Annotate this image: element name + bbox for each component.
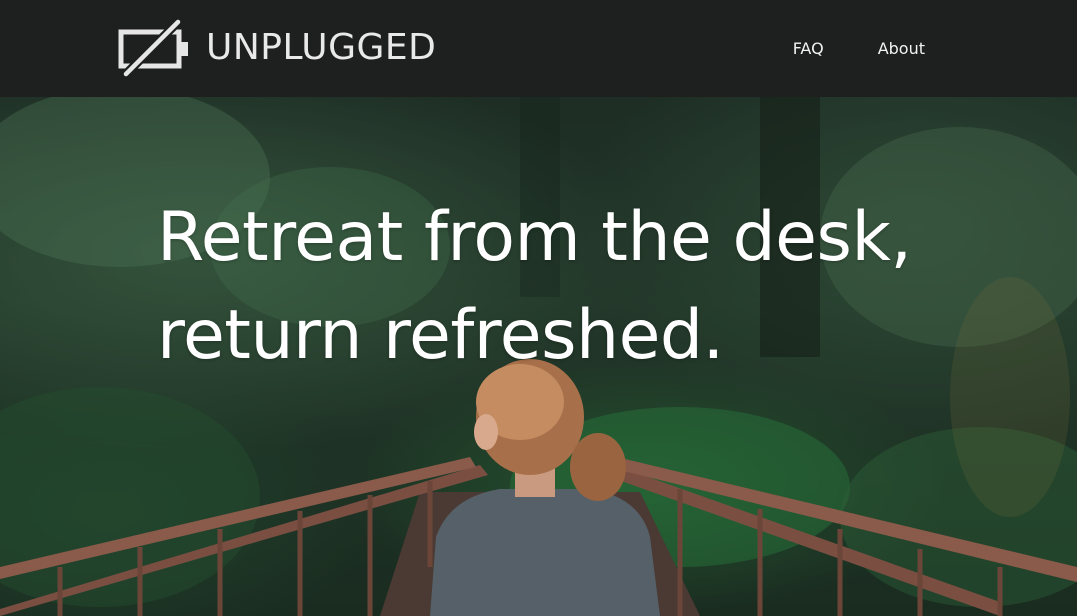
hero-headline: Retreat from the desk, return refreshed. [157, 189, 977, 385]
site-header: UNPLUGGED FAQ About [0, 0, 1077, 97]
hero-section: Retreat from the desk, return refreshed. [0, 97, 1077, 616]
hero-headline-line-1: Retreat from the desk, [157, 198, 912, 277]
brand-name: UNPLUGGED [206, 27, 437, 68]
nav-link-faq[interactable]: FAQ [793, 39, 824, 58]
nav-link-about[interactable]: About [878, 39, 925, 58]
battery-slash-icon [118, 18, 188, 78]
hero-headline-line-2: return refreshed. [157, 296, 724, 375]
main-nav: FAQ About [793, 0, 925, 97]
page: UNPLUGGED FAQ About Retreat from the des… [0, 0, 1077, 616]
logo-link[interactable]: UNPLUGGED [118, 18, 436, 78]
